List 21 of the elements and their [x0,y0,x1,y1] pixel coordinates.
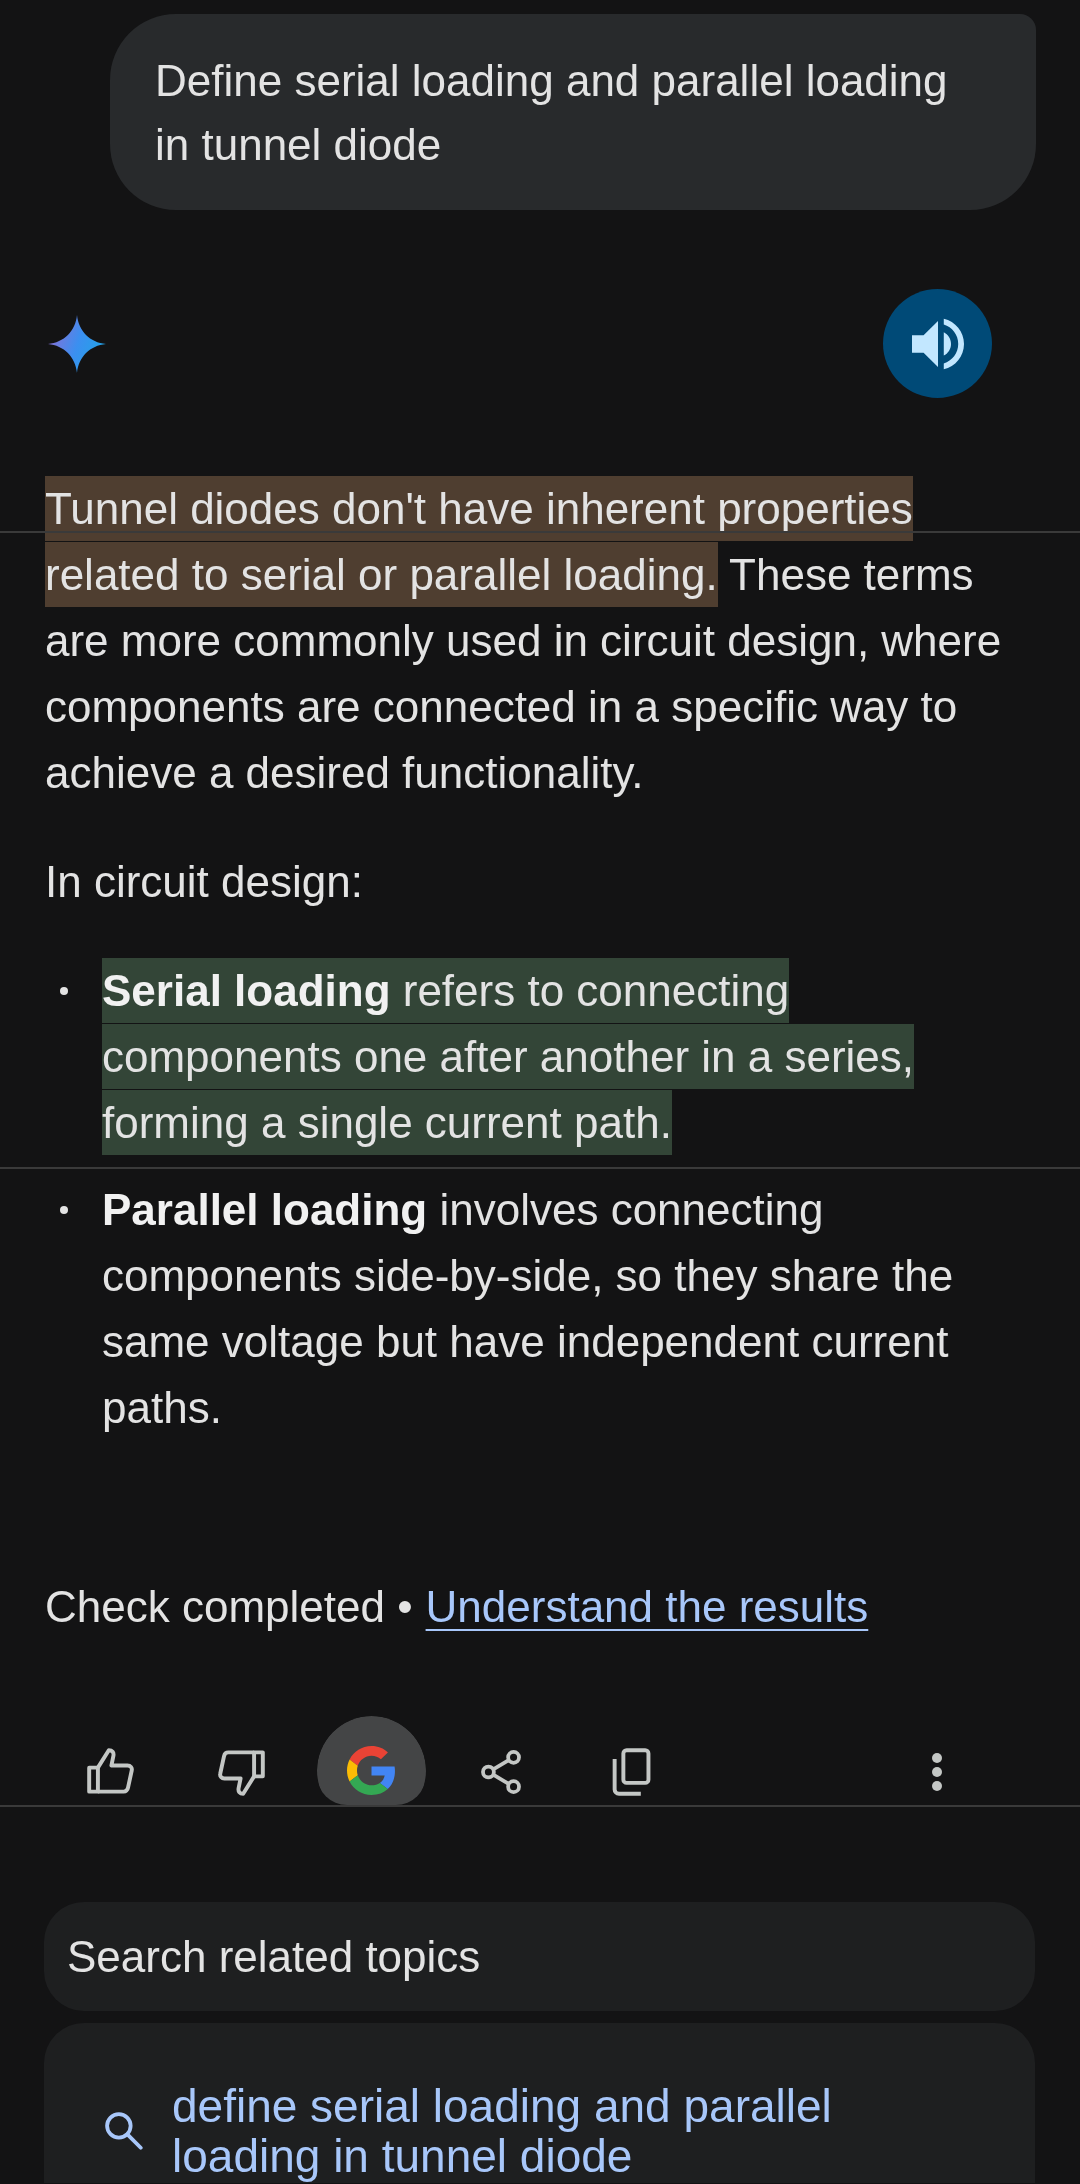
thumbs-down-icon [217,1748,265,1796]
copy-icon [611,1748,651,1796]
speaker-icon [911,317,964,370]
bullet-icon [60,987,68,995]
thumbs-up-button[interactable] [87,1748,135,1796]
thumbs-up-icon [87,1748,135,1796]
response-paragraph: In circuit design: [45,856,364,908]
more-button[interactable] [931,1752,943,1792]
bullet-text: Parallel loading involves connecting components side-by-side, so they share the same voltage but have independent current paths. [102,1184,955,1434]
related-search-link[interactable]: define serial loading and parallel loading in tunnel diode [44,2023,1035,2183]
share-icon [480,1750,522,1794]
related-topics-button[interactable]: Search related topics [44,1902,1035,2011]
response-paragraph: Tunnel diodes don't have inherent properties related to serial or parallel loading. These terms are more commonly used in circuit design, where components are connected in a specific way to achieve a desired functionality. [45,476,1035,806]
check-status: Check completed • [45,1581,413,1633]
user-message-bubble: Define serial loading and parallel loading in tunnel diode [110,14,1036,210]
more-icon [931,1752,943,1792]
g-logo-icon [346,1746,396,1795]
search-icon [105,2112,143,2150]
bullet-icon [60,1206,68,1214]
thumbs-down-button[interactable] [217,1748,265,1796]
understand-results-link[interactable]: Understand the results [425,1574,869,1640]
